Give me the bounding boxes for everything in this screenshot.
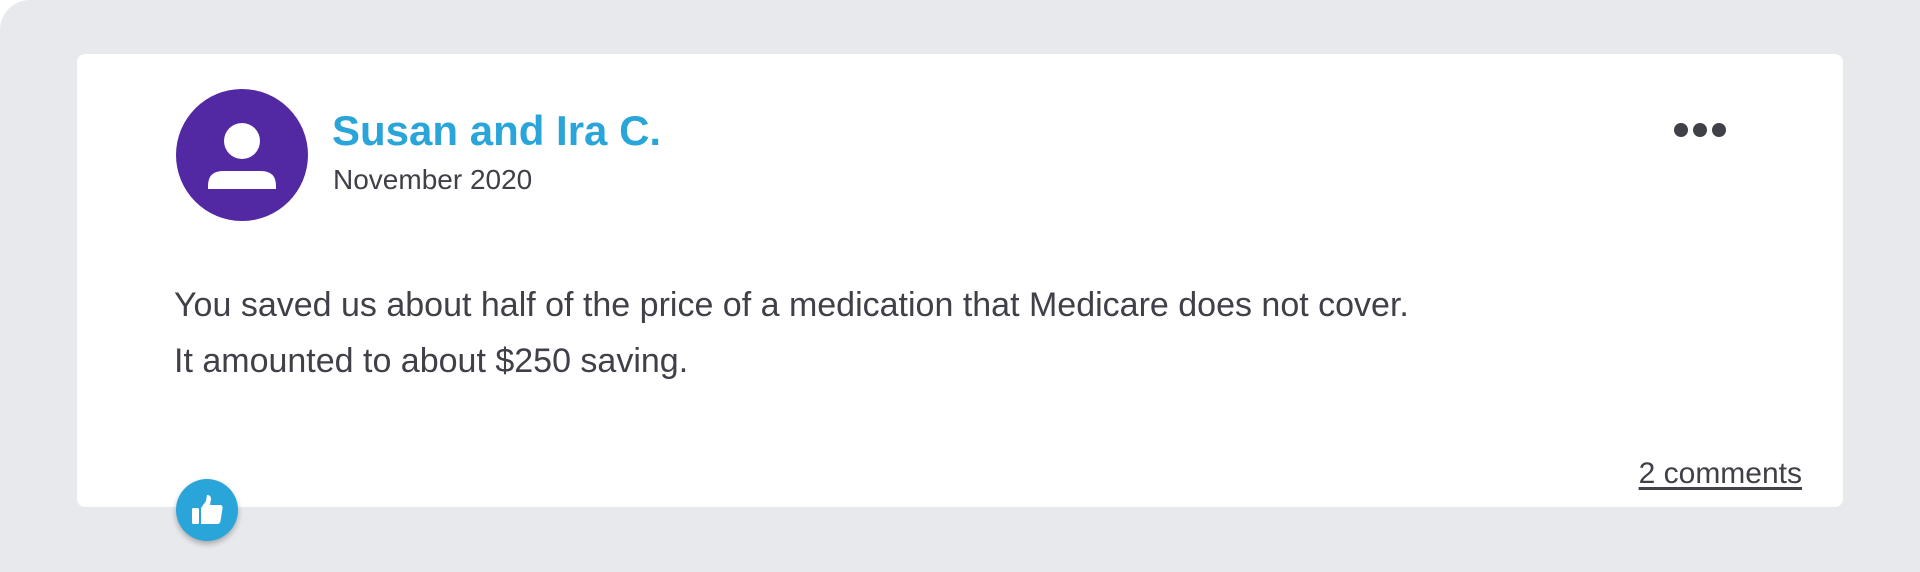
user-silhouette-icon [208,123,276,189]
review-card: Susan and Ira C. November 2020 You saved… [77,54,1843,507]
review-text-line: It amounted to about $250 saving. [174,342,689,380]
review-text-line: You saved us about half of the price of … [174,286,1409,324]
more-horizontal-icon [1712,123,1726,137]
avatar [176,89,308,221]
more-horizontal-icon [1674,123,1688,137]
like-button[interactable] [176,479,238,541]
comments-link[interactable]: 2 comments [1542,459,1802,489]
review-date: November 2020 [333,164,533,195]
thumbs-up-icon [192,495,223,524]
review-text: You saved us about half of the price of … [174,277,1674,389]
more-horizontal-icon [1693,123,1707,137]
more-options-button[interactable] [1669,114,1731,146]
page-background: Susan and Ira C. November 2020 You saved… [0,0,1920,572]
reviewer-name: Susan and Ira C. [332,107,662,154]
